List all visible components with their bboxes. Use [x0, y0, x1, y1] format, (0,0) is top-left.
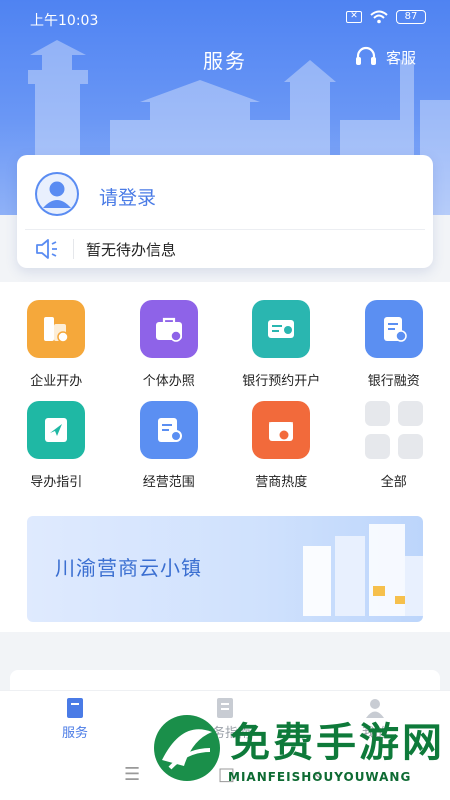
tab-label: 服务: [61, 726, 88, 741]
grid-item-bank-financing[interactable]: 银行融资: [338, 300, 450, 389]
status-time: 上午10:03: [30, 13, 99, 29]
battery-indicator: 87: [396, 10, 426, 24]
city-buildings-illustration: [303, 524, 423, 616]
grid-item-business-heat[interactable]: 营商热度: [225, 401, 338, 490]
grid-item-all[interactable]: 全部: [338, 401, 450, 490]
grid-item-label: 营商热度: [255, 475, 308, 490]
grid-item-label: 导办指引: [30, 475, 83, 490]
avatar[interactable]: [35, 172, 79, 216]
speaker-icon: [36, 239, 57, 259]
user-icon: [37, 174, 77, 214]
scope-search-icon: [139, 401, 198, 459]
login-card: 请登录 暂无待办信息: [17, 155, 433, 268]
grid-item-bank-account-booking[interactable]: 银行预约开户: [225, 300, 338, 389]
tab-service[interactable]: 服务: [0, 691, 150, 746]
grid-item-individual-license[interactable]: 个体办照: [113, 300, 226, 389]
grid-item-label: 个体办照: [142, 374, 195, 389]
customer-service-button[interactable]: 客服: [354, 45, 416, 69]
notice-text: 暂无待办信息: [86, 240, 177, 259]
briefcase-icon: [139, 300, 198, 358]
headset-icon: [355, 46, 376, 65]
all-grid-icon: [364, 401, 423, 459]
sim-icon: ✕: [346, 11, 362, 23]
id-card-icon: [252, 300, 311, 358]
todo-notice[interactable]: 暂无待办信息: [35, 235, 415, 263]
grid-item-label: 经营范围: [142, 475, 195, 490]
login-link[interactable]: 请登录: [99, 183, 156, 210]
hot-box-icon: [252, 401, 311, 459]
enterprise-icon: [27, 300, 86, 358]
menu-nav-button[interactable]: ☰: [124, 764, 140, 785]
watermark: 免费手游网 MIANFEISHOUYOUWANG: [150, 706, 450, 800]
card-divider: [25, 229, 425, 230]
notice-divider: [73, 239, 74, 259]
watermark-text: 免费手游网: [230, 719, 445, 766]
promo-banner[interactable]: 川渝营商云小镇: [27, 516, 423, 622]
wifi-icon: [370, 10, 388, 24]
banner-title: 川渝营商云小镇: [55, 556, 202, 580]
service-tab-icon: [67, 698, 83, 718]
grid-item-label: 企业开办: [30, 374, 83, 389]
grid-item-business-scope[interactable]: 经营范围: [113, 401, 226, 490]
watermark-subtext: MIANFEISHOUYOUWANG: [228, 770, 412, 784]
guide-book-icon: [27, 401, 86, 459]
watermark-logo: [154, 715, 220, 781]
grid-item-enterprise-setup[interactable]: 企业开办: [0, 300, 113, 389]
grid-item-guide[interactable]: 导办指引: [0, 401, 113, 490]
grid-item-label: 银行预约开户: [242, 374, 321, 389]
service-grid-panel: 企业开办 个体办照 银行预约开户 银行融资 导办指引 经营范围 营商热度 全部 …: [0, 282, 450, 632]
status-bar: 上午10:03 ✕ 87: [0, 8, 450, 32]
customer-service-label: 客服: [385, 48, 416, 67]
grid-item-label: 全部: [380, 475, 407, 490]
grid-item-label: 银行融资: [367, 374, 420, 389]
finance-doc-icon: [364, 300, 423, 358]
